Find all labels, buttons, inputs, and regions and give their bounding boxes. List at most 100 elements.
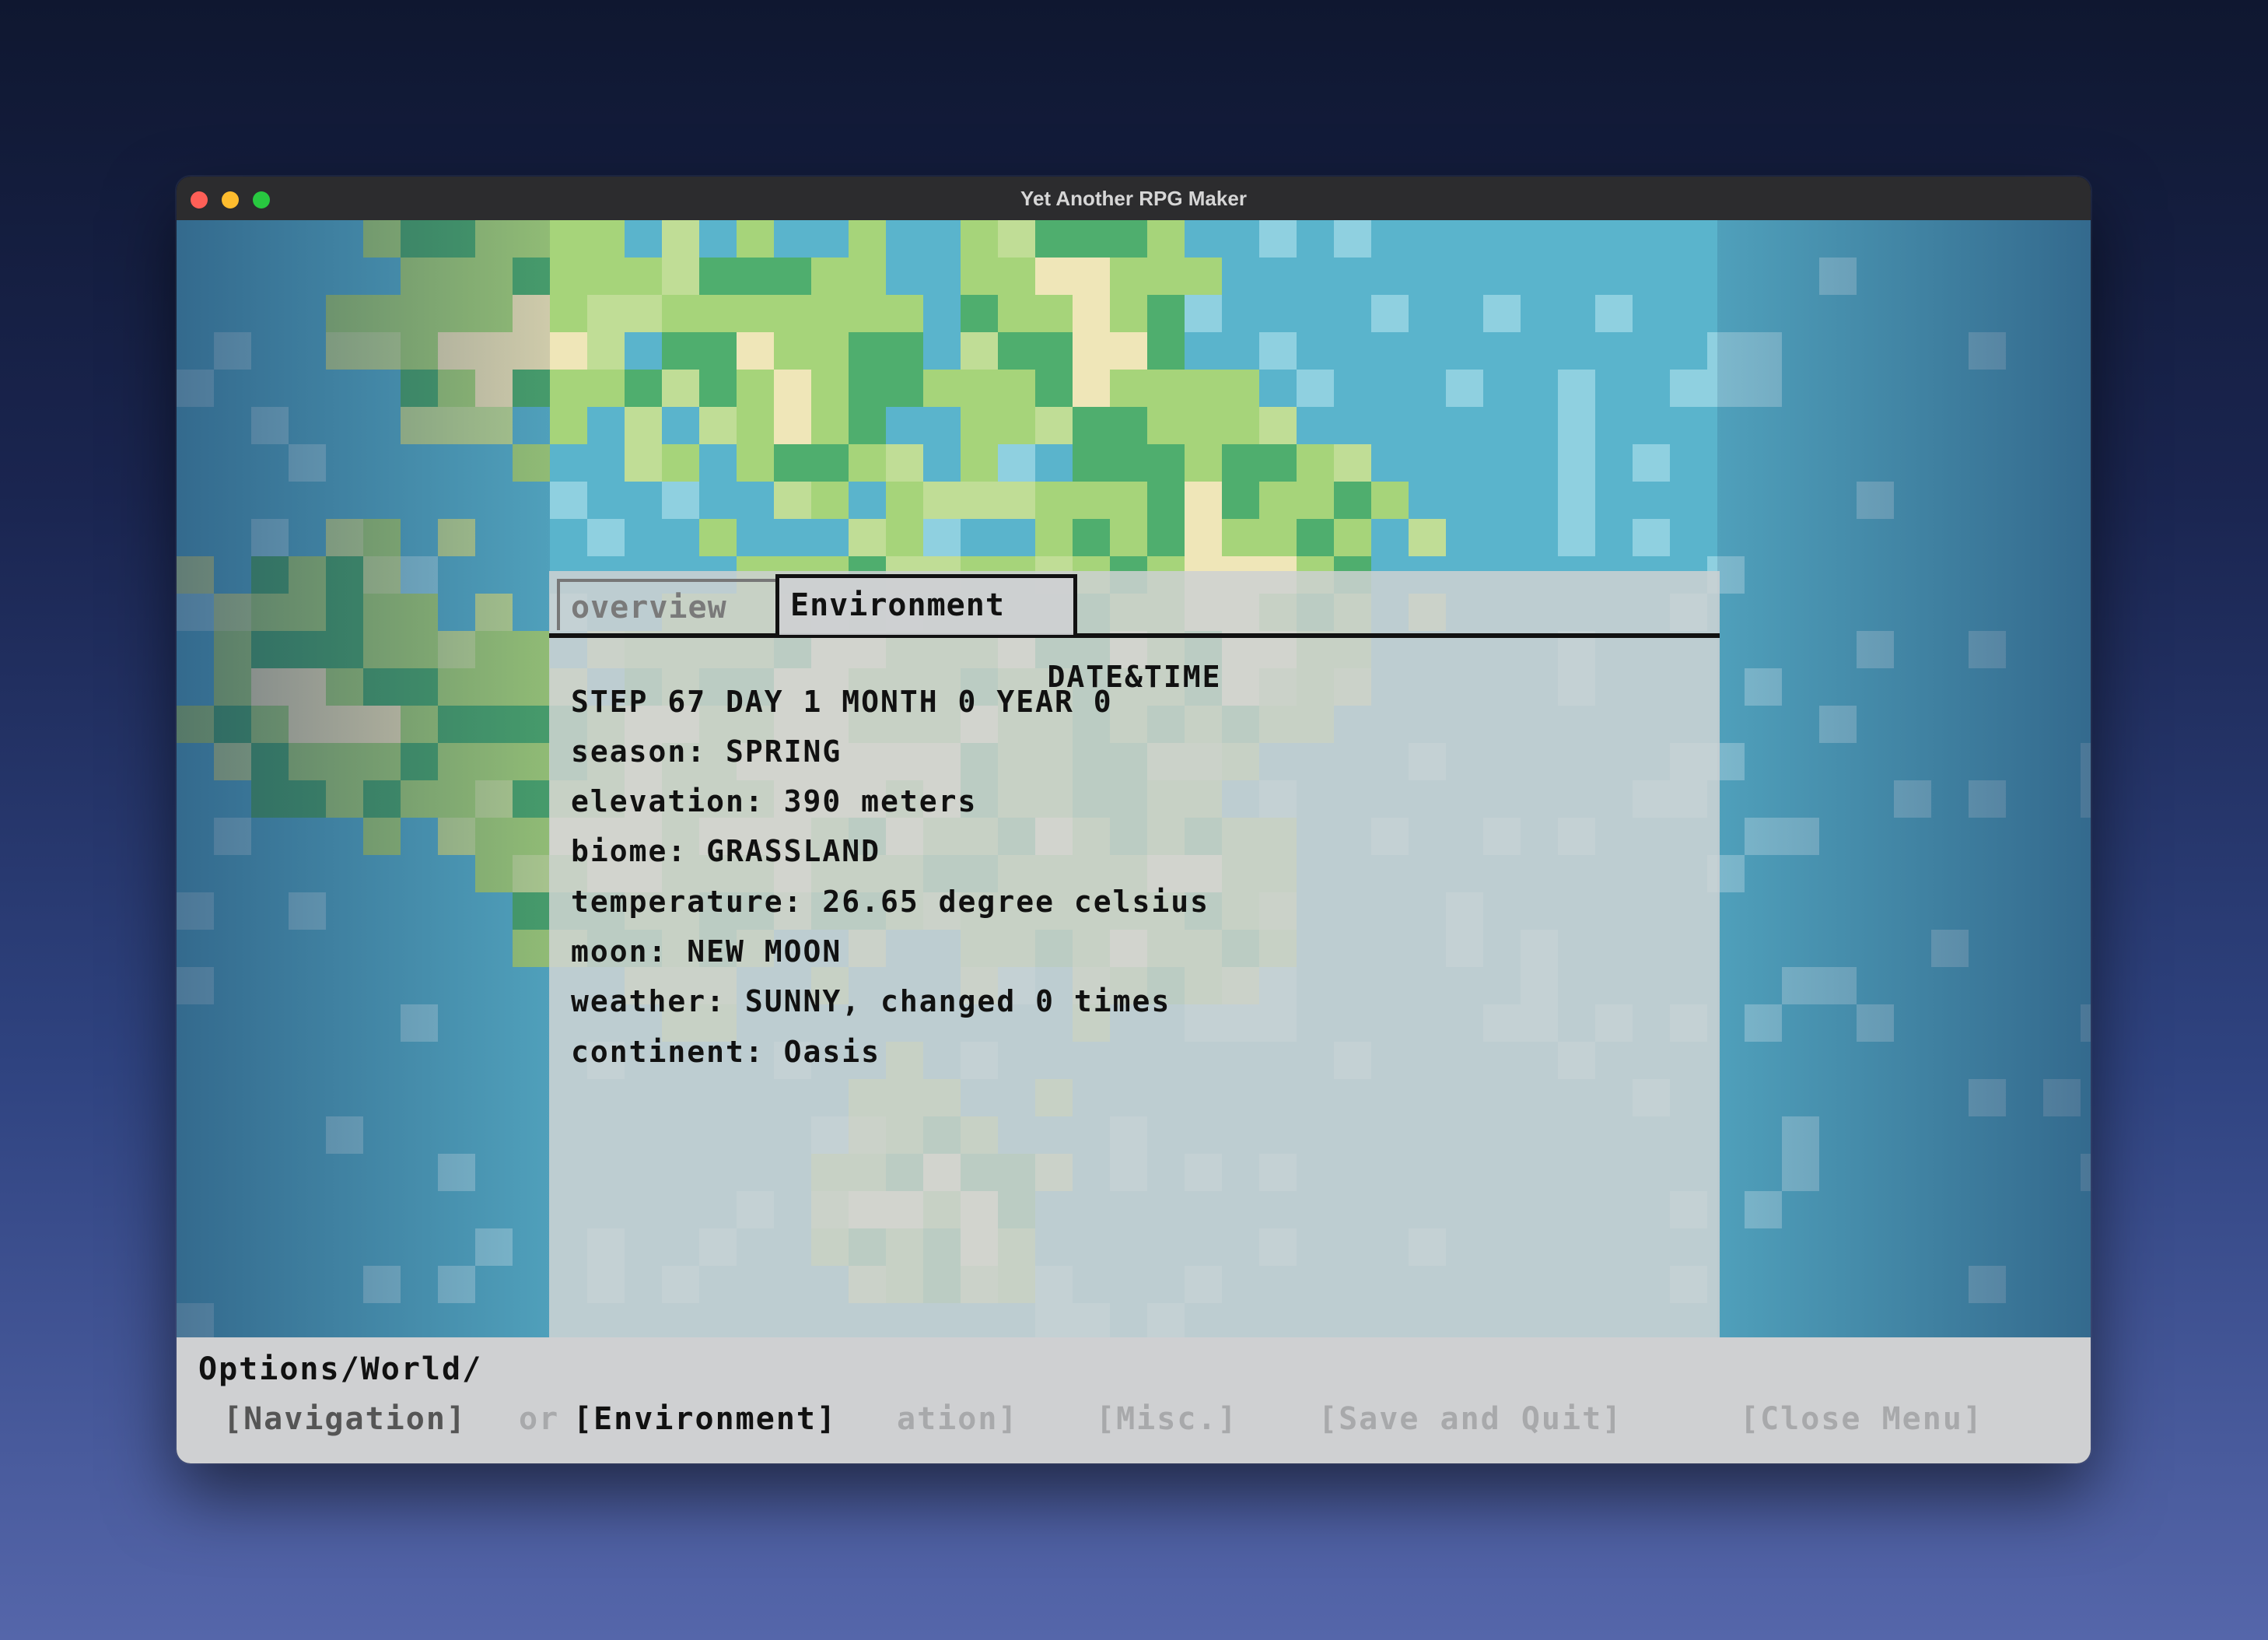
menu-information[interactable]: ation]	[897, 1401, 1019, 1437]
map-tile	[998, 444, 1035, 482]
map-tile	[1745, 631, 1782, 668]
map-tile	[662, 519, 699, 556]
map-tile	[1371, 220, 1409, 258]
map-tile	[177, 1042, 214, 1079]
map-tile	[251, 519, 289, 556]
menu-misc[interactable]: [Misc.]	[1096, 1401, 1238, 1437]
map-tile	[1931, 930, 1969, 967]
map-tile	[438, 631, 475, 668]
map-tile	[401, 1154, 438, 1191]
moon-line: moon: NEW MOON	[571, 934, 842, 969]
map-tile	[289, 594, 326, 631]
map-tile	[289, 482, 326, 519]
map-tile	[2006, 855, 2043, 892]
map-tile	[513, 444, 550, 482]
map-tile	[177, 444, 214, 482]
map-tile	[1707, 482, 1745, 519]
map-tile	[1185, 220, 1222, 258]
map-tile	[214, 706, 251, 743]
menu-save-and-quit[interactable]: [Save and Quit]	[1318, 1401, 1622, 1437]
map-tile	[326, 706, 363, 743]
map-tile	[401, 855, 438, 892]
map-tile	[513, 892, 550, 930]
menu-close-menu[interactable]: [Close Menu]	[1740, 1401, 1983, 1437]
map-tile	[513, 407, 550, 444]
map-tile	[326, 407, 363, 444]
map-tile	[1409, 519, 1446, 556]
map-tile	[587, 258, 625, 295]
map-tile	[2006, 780, 2043, 818]
map-tile	[1521, 220, 1558, 258]
map-tile	[737, 519, 774, 556]
map-tile	[363, 706, 401, 743]
map-tile	[475, 1191, 513, 1228]
map-tile	[587, 220, 625, 258]
map-tile	[1745, 1266, 1782, 1303]
map-tile	[1894, 855, 1931, 892]
map-tile	[1969, 220, 2006, 258]
map-tile	[1521, 482, 1558, 519]
tab-environment[interactable]: Environment	[775, 574, 1077, 635]
map-tile	[251, 295, 289, 332]
map-tile	[1857, 1042, 1894, 1079]
map-tile	[177, 594, 214, 631]
game-viewport[interactable]: overview Environment DATE&TIME STEP 67 D…	[177, 220, 2091, 1337]
menu-environment[interactable]: [Environment]	[573, 1401, 837, 1437]
map-tile	[1969, 1004, 2006, 1042]
map-tile	[849, 258, 886, 295]
map-tile	[2081, 967, 2091, 1004]
map-tile	[2043, 444, 2081, 482]
map-tile	[1745, 706, 1782, 743]
map-tile	[475, 1303, 513, 1337]
map-tile	[177, 631, 214, 668]
map-tile	[251, 967, 289, 1004]
map-tile	[1745, 332, 1782, 370]
map-tile	[475, 295, 513, 332]
map-tile	[1782, 743, 1819, 780]
map-tile	[1782, 258, 1819, 295]
map-tile	[513, 295, 550, 332]
map-tile	[438, 1079, 475, 1116]
map-tile	[1259, 519, 1297, 556]
map-tile	[2006, 668, 2043, 706]
map-tile	[214, 1266, 251, 1303]
map-tile	[2043, 668, 2081, 706]
map-tile	[401, 258, 438, 295]
map-tile	[326, 1266, 363, 1303]
menu-navigation[interactable]: [Navigation]	[223, 1401, 467, 1437]
map-tile	[2043, 1303, 2081, 1337]
map-tile	[475, 332, 513, 370]
map-tile	[363, 1116, 401, 1154]
season-line: season: SPRING	[571, 734, 842, 769]
tab-overview[interactable]: overview	[557, 579, 776, 630]
map-tile	[214, 1079, 251, 1116]
map-tile	[214, 1042, 251, 1079]
map-tile	[1185, 444, 1222, 482]
map-tile	[1931, 855, 1969, 892]
map-tile	[2043, 295, 2081, 332]
map-tile	[1857, 780, 1894, 818]
map-tile	[401, 1042, 438, 1079]
map-tile	[1595, 407, 1633, 444]
map-tile	[214, 482, 251, 519]
map-tile	[1297, 258, 1334, 295]
map-tile	[1894, 332, 1931, 370]
map-tile	[1521, 444, 1558, 482]
map-tile	[1894, 1042, 1931, 1079]
map-tile	[625, 258, 662, 295]
map-tile	[401, 631, 438, 668]
map-tile	[1745, 594, 1782, 631]
map-tile	[401, 295, 438, 332]
continent-line: continent: Oasis	[571, 1035, 881, 1069]
map-tile	[177, 332, 214, 370]
map-tile	[289, 556, 326, 594]
map-tile	[1259, 407, 1297, 444]
map-tile	[289, 295, 326, 332]
map-tile	[1857, 556, 1894, 594]
map-tile	[363, 1154, 401, 1191]
map-tile	[1894, 1303, 1931, 1337]
map-tile	[401, 482, 438, 519]
map-tile	[1782, 444, 1819, 482]
map-tile	[475, 594, 513, 631]
map-tile	[1558, 258, 1595, 295]
